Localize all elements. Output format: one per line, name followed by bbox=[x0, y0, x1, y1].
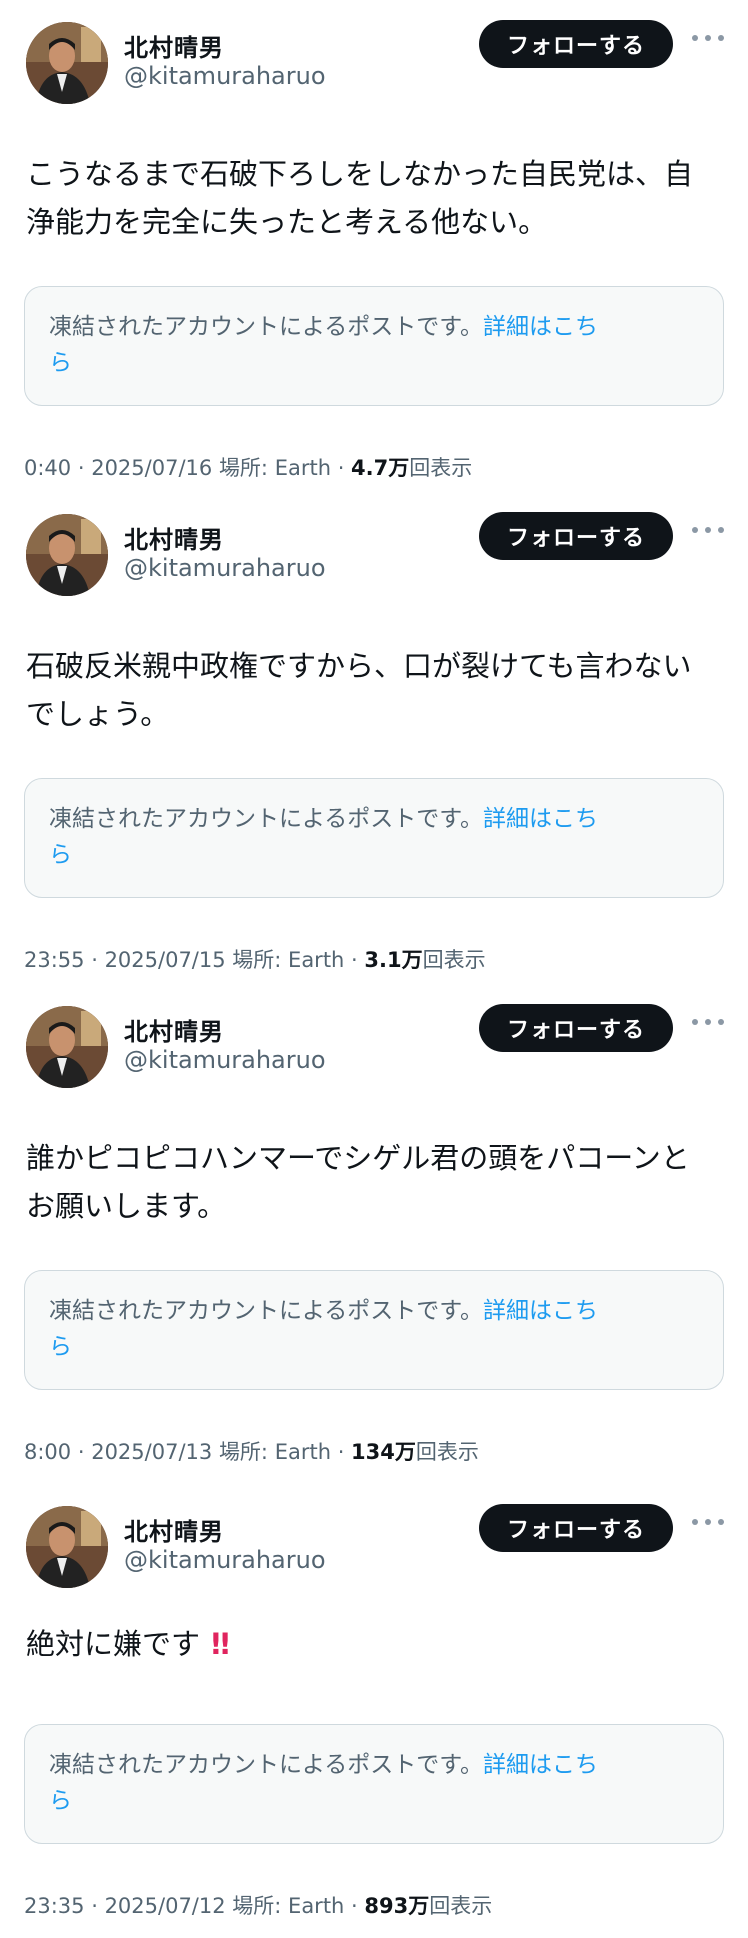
author-name[interactable]: 北村晴男 bbox=[124, 1512, 224, 1547]
details-link[interactable]: 詳細はこち bbox=[483, 1752, 598, 1778]
view-count: 134万 bbox=[351, 1440, 416, 1464]
view-count: 893万 bbox=[364, 1894, 430, 1918]
follow-button[interactable]: フォローする bbox=[479, 1504, 673, 1552]
details-link-wrap[interactable]: ら bbox=[49, 842, 72, 868]
author-handle[interactable]: @kitamuraharuo bbox=[124, 1546, 326, 1574]
post-text-line: 石破反米親中政権ですから、口が裂けても言わない bbox=[26, 649, 692, 683]
view-label: 回表示 bbox=[422, 948, 486, 972]
avatar[interactable] bbox=[26, 1506, 108, 1588]
post-date[interactable]: 2025/07/15 bbox=[105, 948, 226, 972]
view-label: 回表示 bbox=[409, 456, 473, 480]
post-text-line: 誰かピコピコハンマーでシゲル君の頭をパコーンと bbox=[26, 1141, 690, 1175]
details-link[interactable]: 詳細はこち bbox=[483, 1298, 598, 1324]
author-name[interactable]: 北村晴男 bbox=[124, 1012, 224, 1047]
view-count: 4.7万 bbox=[351, 456, 410, 480]
post-location: 場所: Earth bbox=[232, 948, 345, 972]
notice-text: 凍結されたアカウントによるポストです。 bbox=[49, 1298, 484, 1324]
notice-text: 凍結されたアカウントによるポストです。 bbox=[49, 314, 484, 340]
avatar[interactable] bbox=[26, 1006, 108, 1088]
view-count: 3.1万 bbox=[364, 948, 423, 972]
post-time[interactable]: 8:00 bbox=[24, 1440, 71, 1464]
post-location: 場所: Earth bbox=[218, 1440, 332, 1464]
suspended-account-notice: 凍結されたアカウントによるポストです。詳細はこちら bbox=[24, 1270, 724, 1390]
details-link[interactable]: 詳細はこち bbox=[483, 806, 598, 832]
details-link-wrap[interactable]: ら bbox=[49, 350, 72, 376]
author-name[interactable]: 北村晴男 bbox=[124, 520, 224, 555]
details-link-wrap[interactable]: ら bbox=[49, 1788, 72, 1814]
avatar[interactable] bbox=[26, 22, 108, 104]
post-meta: 8:00 · 2025/07/13 場所: Earth · 134万回表示 bbox=[24, 1440, 479, 1464]
double-exclamation-icon: !! bbox=[209, 1627, 232, 1661]
post-date[interactable]: 2025/07/12 bbox=[105, 1894, 226, 1918]
post-date[interactable]: 2025/07/13 bbox=[91, 1440, 212, 1464]
more-options-icon[interactable] bbox=[692, 1016, 724, 1028]
post-text-line: お願いします。 bbox=[26, 1189, 227, 1223]
post-time[interactable]: 0:40 bbox=[24, 456, 71, 480]
post-location: 場所: Earth bbox=[218, 456, 332, 480]
post-date[interactable]: 2025/07/16 bbox=[91, 456, 212, 480]
author-handle[interactable]: @kitamuraharuo bbox=[124, 62, 326, 90]
post-meta: 0:40 · 2025/07/16 場所: Earth · 4.7万回表示 bbox=[24, 456, 473, 480]
post-meta: 23:55 · 2025/07/15 場所: Earth · 3.1万回表示 bbox=[24, 948, 486, 972]
more-options-icon[interactable] bbox=[692, 32, 724, 44]
more-options-icon[interactable] bbox=[692, 1516, 724, 1528]
view-label: 回表示 bbox=[429, 1894, 493, 1918]
post-text-line: でしょう。 bbox=[26, 697, 170, 731]
more-options-icon[interactable] bbox=[692, 524, 724, 536]
author-handle[interactable]: @kitamuraharuo bbox=[124, 554, 326, 582]
suspended-account-notice: 凍結されたアカウントによるポストです。詳細はこちら bbox=[24, 286, 724, 406]
post-text: 誰かピコピコハンマーでシゲル君の頭をパコーンと お願いします。 bbox=[26, 1134, 716, 1230]
post-text-content: 絶対に嫌です bbox=[26, 1627, 201, 1661]
post-text-line: 絶対に嫌です !! bbox=[26, 1620, 716, 1668]
follow-button[interactable]: フォローする bbox=[479, 20, 673, 68]
post-time[interactable]: 23:55 bbox=[24, 948, 85, 972]
avatar[interactable] bbox=[26, 514, 108, 596]
post-meta: 23:35 · 2025/07/12 場所: Earth · 893万回表示 bbox=[24, 1894, 493, 1918]
post-location: 場所: Earth bbox=[232, 1894, 345, 1918]
details-link-wrap[interactable]: ら bbox=[49, 1334, 72, 1360]
suspended-account-notice: 凍結されたアカウントによるポストです。詳細はこちら bbox=[24, 1724, 724, 1844]
post-time[interactable]: 23:35 bbox=[24, 1894, 85, 1918]
details-link[interactable]: 詳細はこち bbox=[483, 314, 598, 340]
view-label: 回表示 bbox=[415, 1440, 479, 1464]
post-text: 石破反米親中政権ですから、口が裂けても言わない でしょう。 bbox=[26, 642, 716, 738]
author-handle[interactable]: @kitamuraharuo bbox=[124, 1046, 326, 1074]
notice-text: 凍結されたアカウントによるポストです。 bbox=[49, 806, 484, 832]
suspended-account-notice: 凍結されたアカウントによるポストです。詳細はこちら bbox=[24, 778, 724, 898]
post-text: 絶対に嫌です !! bbox=[26, 1620, 716, 1668]
post-text-line: 浄能力を完全に失ったと考える他ない。 bbox=[26, 205, 548, 239]
notice-text: 凍結されたアカウントによるポストです。 bbox=[49, 1752, 484, 1778]
follow-button[interactable]: フォローする bbox=[479, 1004, 673, 1052]
post-text: こうなるまで石破下ろしをしなかった自民党は、自 浄能力を完全に失ったと考える他な… bbox=[26, 150, 716, 246]
follow-button[interactable]: フォローする bbox=[479, 512, 673, 560]
post-text-line: こうなるまで石破下ろしをしなかった自民党は、自 bbox=[26, 157, 694, 191]
author-name[interactable]: 北村晴男 bbox=[124, 28, 224, 63]
